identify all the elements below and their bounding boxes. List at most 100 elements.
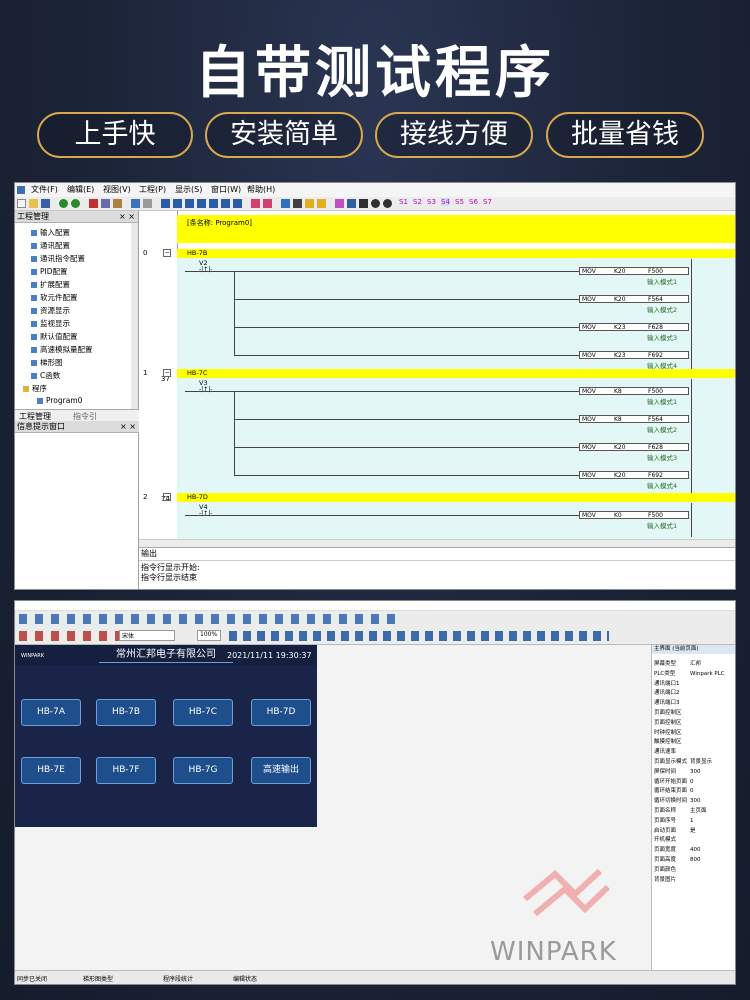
font-select[interactable]: 宋体 xyxy=(119,630,175,641)
cut-icon[interactable] xyxy=(89,199,98,208)
warning-icon-2[interactable] xyxy=(317,199,326,208)
ladder-editor[interactable]: [条名称: Program0] 0− HB-7B V2 -|↑|- MOV K20 F500… xyxy=(139,211,735,547)
coil-icon[interactable] xyxy=(209,199,218,208)
open-folder-icon[interactable] xyxy=(29,199,38,208)
menu-display[interactable]: 显示(S) xyxy=(175,183,202,197)
contact-no-icon[interactable] xyxy=(161,199,170,208)
compile-icon[interactable] xyxy=(281,199,290,208)
tree-item[interactable]: 高速模拟量配置 xyxy=(31,344,93,355)
property-row[interactable]: 循环开始页面 0 xyxy=(654,777,694,785)
hmi-button-7g[interactable]: HB-7G xyxy=(173,757,233,784)
tree-item[interactable]: 默认值配置 xyxy=(31,331,78,342)
property-row[interactable]: PLC类型 Winpark PLC xyxy=(654,669,725,677)
property-row[interactable]: 屏保时间 300 xyxy=(654,767,701,775)
property-row[interactable]: 页面颜色 xyxy=(654,865,690,873)
hmi-button-7b[interactable]: HB-7B xyxy=(96,699,156,726)
property-row[interactable]: 时钟控制区 xyxy=(654,728,690,736)
hline-icon[interactable] xyxy=(221,199,230,208)
monitor-start-icon[interactable] xyxy=(347,199,356,208)
arrow-right-icon[interactable] xyxy=(251,199,260,208)
tb-s2[interactable]: S2 xyxy=(413,198,422,206)
paste-icon[interactable] xyxy=(113,199,122,208)
menu-window[interactable]: 窗口(W) xyxy=(211,183,241,197)
vline-icon[interactable] xyxy=(233,199,242,208)
tb-s7[interactable]: S7 xyxy=(483,198,492,206)
mov-instruction[interactable]: MOV K0 F500 xyxy=(579,511,689,519)
property-row[interactable]: 屏幕类型 汇邦 xyxy=(654,659,701,667)
online-icon[interactable] xyxy=(371,199,380,208)
copy-icon[interactable] xyxy=(101,199,110,208)
property-row[interactable]: 启动页面 是 xyxy=(654,826,696,834)
tree-item[interactable]: 资源显示 xyxy=(31,305,70,316)
property-row[interactable]: 页面高度 800 xyxy=(654,855,701,863)
hmi-button-7f[interactable]: HB-7F xyxy=(96,757,156,784)
hmi-button-high-speed[interactable]: 高速输出 xyxy=(251,757,311,784)
toolbar-icons-row-3[interactable] xyxy=(229,631,609,641)
mov-instruction[interactable]: MOV K20 F564 xyxy=(579,295,689,303)
tree-item[interactable]: 软元件配置 xyxy=(31,292,78,303)
tb-s3[interactable]: S3 xyxy=(427,198,436,206)
toolbar-icons-row-2[interactable] xyxy=(19,631,119,641)
property-row[interactable]: 页面宽度 400 xyxy=(654,845,701,853)
hmi-button-7e[interactable]: HB-7E xyxy=(21,757,81,784)
tree-item[interactable]: 通讯配置 xyxy=(31,240,70,251)
contact-rise-icon[interactable] xyxy=(185,199,194,208)
menu-project[interactable]: 工程(P) xyxy=(139,183,166,197)
mov-instruction[interactable]: MOV K20 F692 xyxy=(579,471,689,479)
mov-instruction[interactable]: MOV K20 F500 xyxy=(579,267,689,275)
tree-item[interactable]: Program0 xyxy=(37,396,82,405)
close-icon[interactable]: × × xyxy=(119,211,135,223)
toolbar-icons-row-1[interactable] xyxy=(19,614,399,624)
tree-item[interactable]: 梯形图 xyxy=(31,357,63,368)
new-file-icon[interactable] xyxy=(17,199,26,208)
mov-instruction[interactable]: MOV K8 F564 xyxy=(579,415,689,423)
offline-icon[interactable] xyxy=(383,199,392,208)
tree-item[interactable]: 通讯指令配置 xyxy=(31,253,85,264)
property-row[interactable]: 背景图片 xyxy=(654,875,690,883)
tree-item[interactable]: 扩展配置 xyxy=(31,279,70,290)
tree-item[interactable]: C函数 xyxy=(31,370,60,381)
monitor-stop-icon[interactable] xyxy=(359,199,368,208)
hmi-button-7d[interactable]: HB-7D xyxy=(251,699,311,726)
tree-item[interactable]: PID配置 xyxy=(31,266,68,277)
find-icon[interactable] xyxy=(131,199,140,208)
collapse-icon[interactable]: − xyxy=(163,369,171,377)
hmi-button-7c[interactable]: HB-7C xyxy=(173,699,233,726)
warning-icon[interactable] xyxy=(305,199,314,208)
property-row[interactable]: 页面控制区 xyxy=(654,718,690,726)
redo-icon[interactable] xyxy=(71,199,80,208)
monitor-icon[interactable] xyxy=(335,199,344,208)
property-row[interactable]: 通讯端口3 xyxy=(654,698,690,706)
horizontal-scrollbar[interactable] xyxy=(139,539,735,547)
property-row[interactable]: 通讯端口1 xyxy=(654,679,690,687)
save-icon[interactable] xyxy=(41,199,50,208)
tree-item[interactable]: 输入配置 xyxy=(31,227,70,238)
property-row[interactable]: 循环切换时间 300 xyxy=(654,796,701,804)
close-icon[interactable]: × × xyxy=(120,421,136,433)
menu-file[interactable]: 文件(F) xyxy=(31,183,58,197)
mov-instruction[interactable]: MOV K23 F628 xyxy=(579,323,689,331)
property-row[interactable]: 页面名称 主页面 xyxy=(654,806,707,814)
contact-nc-icon[interactable] xyxy=(173,199,182,208)
property-row[interactable]: 通讯速率 xyxy=(654,747,690,755)
collapse-icon[interactable]: − xyxy=(163,493,171,501)
menu-edit[interactable]: 编辑(E) xyxy=(67,183,94,197)
arrow-down-icon[interactable] xyxy=(263,199,272,208)
download-icon[interactable] xyxy=(293,199,302,208)
menu-view[interactable]: 视图(V) xyxy=(103,183,131,197)
tb-s5[interactable]: S5 xyxy=(455,198,464,206)
zoom-select[interactable]: 100% xyxy=(197,630,221,641)
hmi-canvas[interactable]: WINPARK 常州汇邦电子有限公司 2021/11/11 19:30:37 H… xyxy=(15,645,317,827)
tb-s4[interactable]: S4 xyxy=(441,198,450,206)
zoom-icon[interactable] xyxy=(143,199,152,208)
tree-scrollbar[interactable] xyxy=(131,223,138,409)
mov-instruction[interactable]: MOV K23 F692 xyxy=(579,351,689,359)
property-row[interactable]: 页面序号 1 xyxy=(654,816,694,824)
tree-item[interactable]: 程序 xyxy=(23,383,47,394)
menu-help[interactable]: 帮助(H) xyxy=(247,183,275,197)
undo-icon[interactable] xyxy=(59,199,68,208)
tb-s1[interactable]: S1 xyxy=(399,198,408,206)
property-row[interactable]: 页面显示模式 背景显示 xyxy=(654,757,712,765)
contact-fall-icon[interactable] xyxy=(197,199,206,208)
property-row[interactable]: 开机模式 xyxy=(654,835,690,843)
